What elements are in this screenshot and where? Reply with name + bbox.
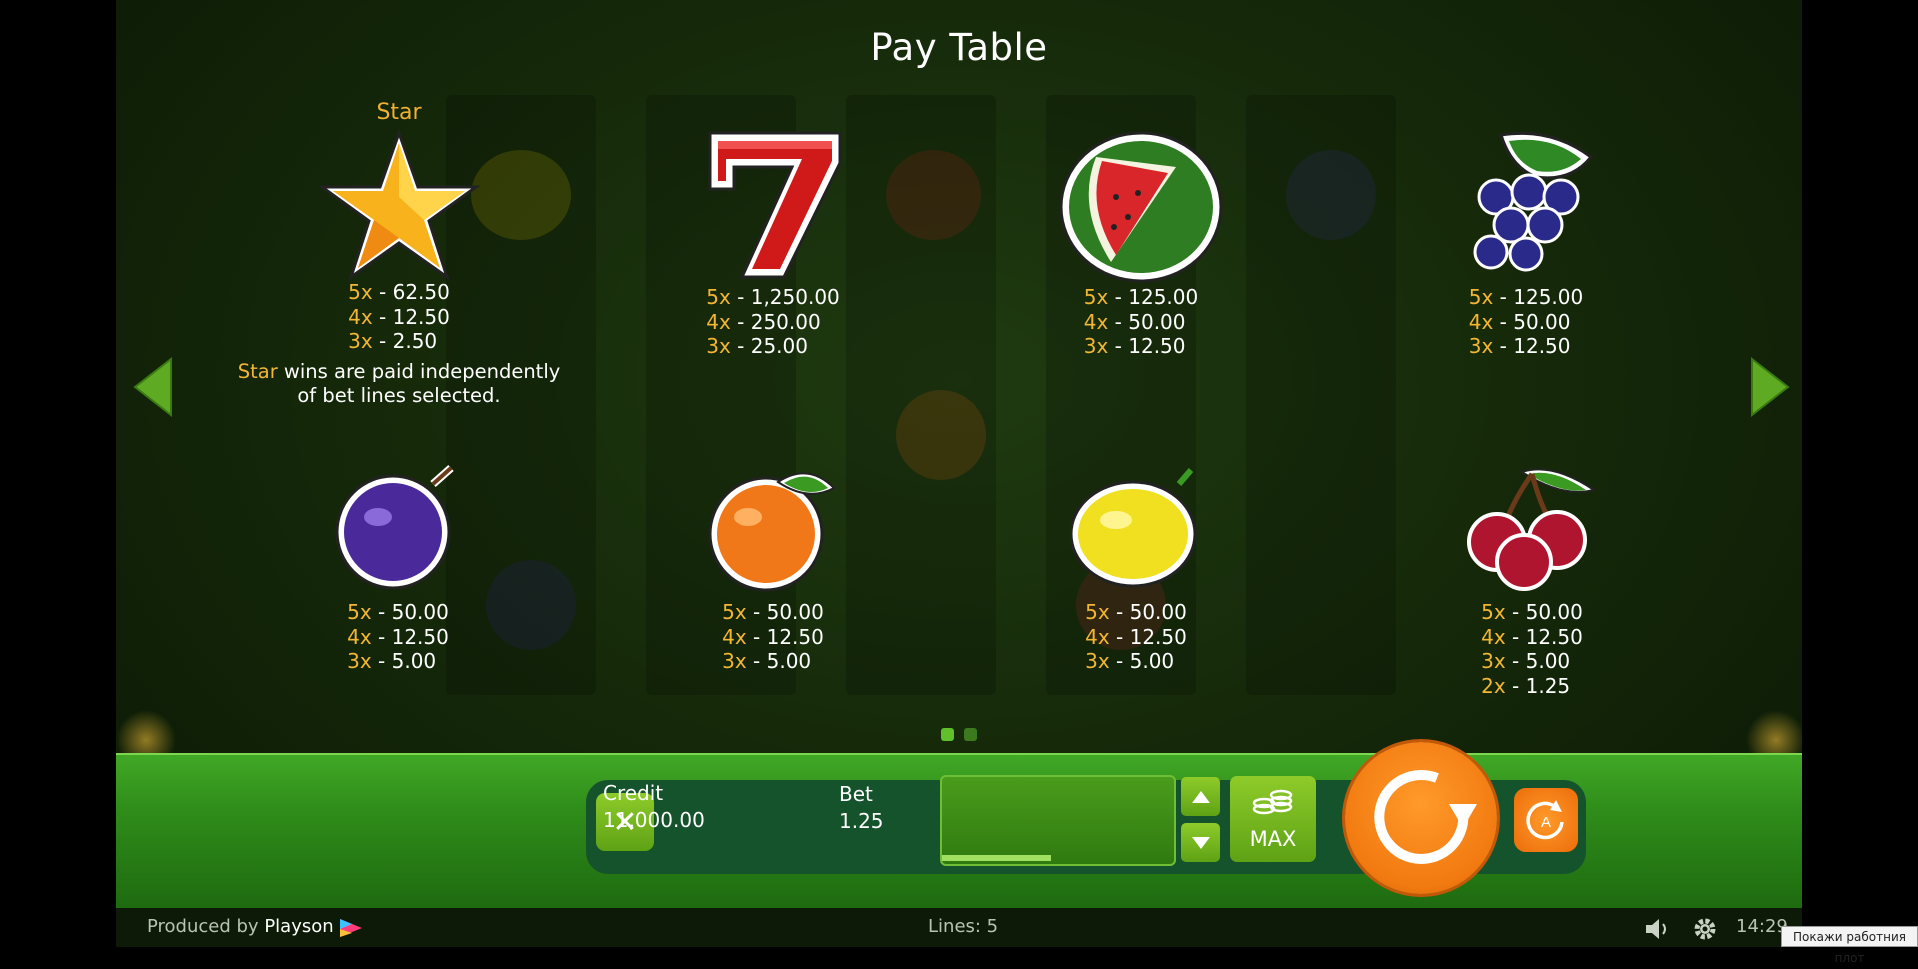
- bet-box: [940, 775, 1176, 866]
- symbol-cherries: 5x - 50.00 4x - 12.50 3x - 5.00 2x - 1.2…: [1367, 462, 1697, 698]
- cherries-icon: [1467, 468, 1597, 591]
- max-bet-button[interactable]: MAX: [1230, 776, 1316, 862]
- show-desktop-tooltip: Покажи работния плот: [1781, 926, 1918, 965]
- page-dot[interactable]: [941, 728, 954, 741]
- grapes-icon: [1473, 131, 1594, 272]
- symbol-seven: 5x - 1,250.00 4x - 250.00 3x - 25.00: [608, 127, 938, 359]
- playson-logo-icon: [340, 919, 362, 937]
- next-page-arrow[interactable]: [1742, 355, 1792, 419]
- arrow-left-icon: [133, 356, 172, 418]
- game-screen: Pay Table Star 5x - 62.50 4x - 12.50 3x …: [116, 0, 1802, 947]
- spin-button[interactable]: [1345, 742, 1497, 894]
- credit-value: 11,000.00: [603, 808, 705, 832]
- lemon-icon: [1071, 468, 1197, 588]
- payout-list: 5x - 62.50 4x - 12.50 3x - 2.50: [348, 280, 450, 353]
- orange-icon: [708, 472, 836, 592]
- previous-page-arrow[interactable]: [131, 355, 181, 419]
- autoplay-icon: A: [1526, 800, 1564, 840]
- payout-list: 5x - 125.00 4x - 50.00 3x - 12.50: [1083, 285, 1199, 358]
- triangle-up-icon: [1191, 790, 1210, 803]
- symbol-grapes: 5x - 125.00 4x - 50.00 3x - 12.50: [1361, 127, 1691, 359]
- bet-decrease-button[interactable]: [1181, 823, 1220, 862]
- autoplay-button[interactable]: A: [1514, 788, 1578, 852]
- payout-list: 5x - 50.00 4x - 12.50 3x - 5.00: [722, 600, 824, 673]
- seven-icon: [708, 131, 842, 279]
- credit-label: Credit: [603, 781, 664, 805]
- bet-label: Bet: [839, 782, 873, 806]
- page-dot[interactable]: [964, 728, 977, 741]
- plum-icon: [335, 465, 454, 590]
- pay-table-title: Pay Table: [870, 26, 1048, 69]
- payout-list: 5x - 50.00 4x - 12.50 3x - 5.00: [1085, 600, 1187, 673]
- symbol-star: Star 5x - 62.50 4x - 12.50 3x - 2.50 Sta…: [234, 99, 564, 408]
- payout-list: 5x - 125.00 4x - 50.00 3x - 12.50: [1468, 285, 1584, 358]
- watermelon-icon: [1059, 131, 1223, 283]
- bet-increase-button[interactable]: [1181, 777, 1220, 816]
- symbol-plum: 5x - 50.00 4x - 12.50 3x - 5.00: [233, 462, 563, 674]
- bet-value: 1.25: [839, 809, 884, 833]
- payout-list: 5x - 50.00 4x - 12.50 3x - 5.00: [347, 600, 449, 673]
- max-label: MAX: [1249, 827, 1297, 851]
- spin-icon: [1374, 769, 1477, 864]
- playson-brand: Playson: [264, 916, 334, 937]
- bet-level-bar: [942, 855, 1051, 861]
- produced-by-text: Produced by Playson: [147, 916, 334, 937]
- arrow-right-icon: [1751, 356, 1790, 418]
- star-icon: [317, 128, 481, 281]
- symbol-name: Star: [376, 100, 422, 125]
- star-note: Star wins are paid independently of bet …: [237, 359, 561, 407]
- payout-list: 5x - 50.00 4x - 12.50 3x - 5.00 2x - 1.2…: [1481, 600, 1583, 698]
- sound-icon[interactable]: [1644, 917, 1670, 941]
- coins-icon: [1252, 789, 1293, 815]
- symbol-watermelon: 5x - 125.00 4x - 50.00 3x - 12.50: [976, 127, 1306, 359]
- page-indicator: [116, 726, 1802, 745]
- symbol-orange: 5x - 50.00 4x - 12.50 3x - 5.00: [608, 462, 938, 674]
- lines-count: Lines: 5: [928, 916, 999, 937]
- symbol-lemon: 5x - 50.00 4x - 12.50 3x - 5.00: [971, 462, 1301, 674]
- svg-text:A: A: [1541, 814, 1551, 831]
- triangle-down-icon: [1191, 836, 1210, 849]
- payout-list: 5x - 1,250.00 4x - 250.00 3x - 25.00: [706, 285, 840, 358]
- settings-gear-icon[interactable]: [1692, 916, 1718, 942]
